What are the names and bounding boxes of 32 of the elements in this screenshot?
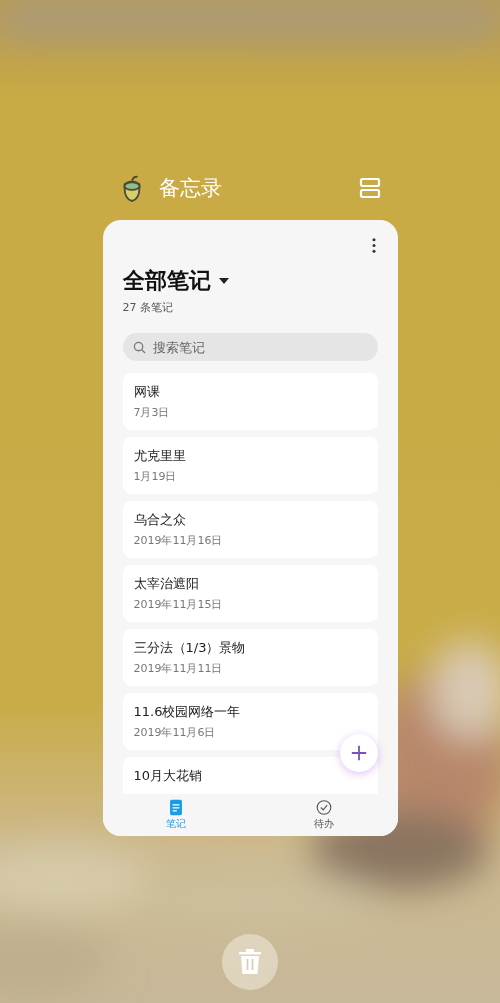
note-count: 27 条笔记 <box>122 300 173 315</box>
app-window[interactable]: 全部笔记 27 条笔记 搜索笔记 网课 7月3日 尤克里里 1月19日 乌合之众 2019年11月16日 太宰治遮阳 2019年11月15日 三分法（1/3）景物 2019年11月11日 11.6校园网络一年 2019年11月6日 10月大花销 笔记 待办 <box>102 220 398 836</box>
caret-icon[interactable] <box>218 278 229 284</box>
notes-title[interactable]: 全部笔记 <box>122 266 211 296</box>
note-card[interactable]: 10月大花销 <box>122 757 378 794</box>
note-card[interactable]: 尤克里里 1月19日 <box>122 437 378 494</box>
trash-icon <box>238 949 262 975</box>
note-date: 2019年11月11日 <box>133 661 223 676</box>
search-field[interactable]: 搜索笔记 <box>122 333 378 361</box>
note-date: 2019年11月15日 <box>133 597 223 612</box>
note-card[interactable]: 三分法（1/3）景物 2019年11月11日 <box>122 629 378 686</box>
note-card[interactable]: 11.6校园网络一年 2019年11月6日 <box>122 693 378 750</box>
tab[interactable]: 待办 <box>288 794 359 836</box>
note-title: 太宰治遮阳 <box>133 575 199 593</box>
note-date: 1月19日 <box>133 469 177 484</box>
note-card[interactable]: 太宰治遮阳 2019年11月15日 <box>122 565 378 622</box>
note-date: 2019年11月6日 <box>133 725 216 740</box>
note-date: 2019年11月16日 <box>133 533 223 548</box>
note-title: 10月大花销 <box>133 767 203 785</box>
app-title: 备忘录 <box>159 175 223 202</box>
note-card[interactable]: 乌合之众 2019年11月16日 <box>122 501 378 558</box>
note-title: 三分法（1/3）景物 <box>133 639 246 657</box>
note-title: 乌合之众 <box>133 511 186 529</box>
note-date: 7月3日 <box>133 405 170 420</box>
note-title: 尤克里里 <box>133 447 186 465</box>
checkmark-circle-icon <box>315 799 332 816</box>
note-card[interactable]: 网课 7月3日 <box>122 373 378 430</box>
note-title: 网课 <box>133 383 160 401</box>
plus-icon <box>349 744 368 762</box>
note-icon <box>168 799 185 816</box>
note-title: 11.6校园网络一年 <box>133 703 241 721</box>
more-icon[interactable] <box>370 237 377 254</box>
